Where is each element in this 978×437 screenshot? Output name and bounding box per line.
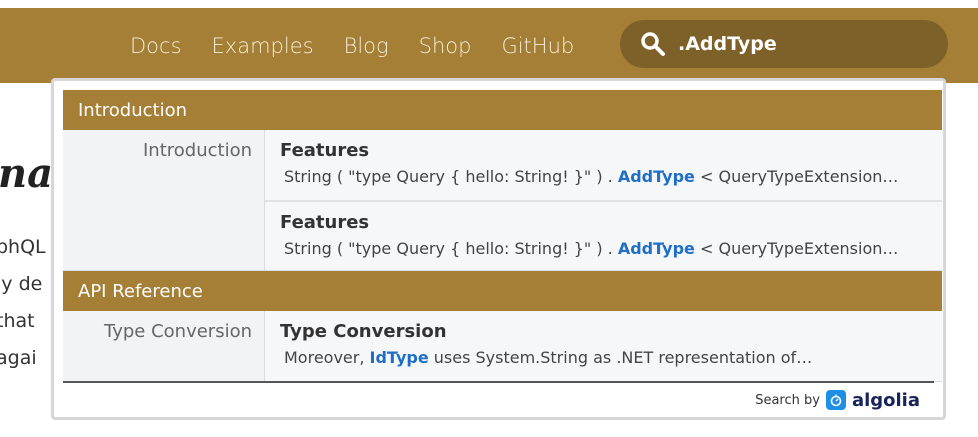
search-input[interactable] xyxy=(676,32,940,56)
result-snippet: String ( "type Query { hello: String! }"… xyxy=(284,167,899,186)
page-text-fragment: phQL xyxy=(0,236,46,258)
algolia-logo-icon xyxy=(825,390,846,410)
nav-link-github[interactable]: GitHub xyxy=(501,34,574,58)
search-results-dropdown: Introduction Introduction Features Strin… xyxy=(51,78,946,420)
search-by-label: Search by xyxy=(755,392,820,408)
page-heading-fragment: na xyxy=(0,150,53,197)
result-snippet: Moreover, IdType uses System.String as .… xyxy=(284,348,813,367)
search-result[interactable]: Features String ( "type Query { hello: S… xyxy=(265,130,942,200)
search-box[interactable] xyxy=(620,20,948,68)
search-icon xyxy=(640,31,666,57)
page-text-fragment: ly de xyxy=(0,273,43,295)
result-title: Features xyxy=(280,212,370,233)
nav-link-shop[interactable]: Shop xyxy=(419,34,472,58)
algolia-link[interactable]: algolia xyxy=(852,390,920,411)
result-highlight: AddType xyxy=(617,167,695,186)
nav-link-docs[interactable]: Docs xyxy=(130,34,182,58)
result-title: Type Conversion xyxy=(280,321,447,342)
result-snippet: String ( "type Query { hello: String! }"… xyxy=(284,239,899,258)
category-header-introduction: Introduction xyxy=(63,90,942,130)
nav-links: Docs Examples Blog Shop GitHub xyxy=(130,8,604,83)
result-highlight: AddType xyxy=(617,239,695,258)
subcategory-label: Type Conversion xyxy=(63,311,265,381)
search-footer: Search by algolia xyxy=(63,381,934,417)
page-text-fragment: that xyxy=(0,310,35,332)
page-text-fragment: agai xyxy=(0,347,37,369)
subcategory-label: Introduction xyxy=(63,130,265,270)
search-result[interactable]: Type Conversion Moreover, IdType uses Sy… xyxy=(265,311,942,381)
top-navbar: Docs Examples Blog Shop GitHub xyxy=(0,8,978,83)
result-group: Introduction Features String ( "type Que… xyxy=(63,130,942,271)
category-header-api-reference: API Reference xyxy=(63,271,942,311)
result-title: Features xyxy=(280,140,370,161)
nav-link-examples[interactable]: Examples xyxy=(212,34,314,58)
result-highlight: IdType xyxy=(369,348,429,367)
result-group: Type Conversion Type Conversion Moreover… xyxy=(63,311,942,382)
nav-link-blog[interactable]: Blog xyxy=(344,34,389,58)
search-result[interactable]: Features String ( "type Query { hello: S… xyxy=(265,200,942,270)
